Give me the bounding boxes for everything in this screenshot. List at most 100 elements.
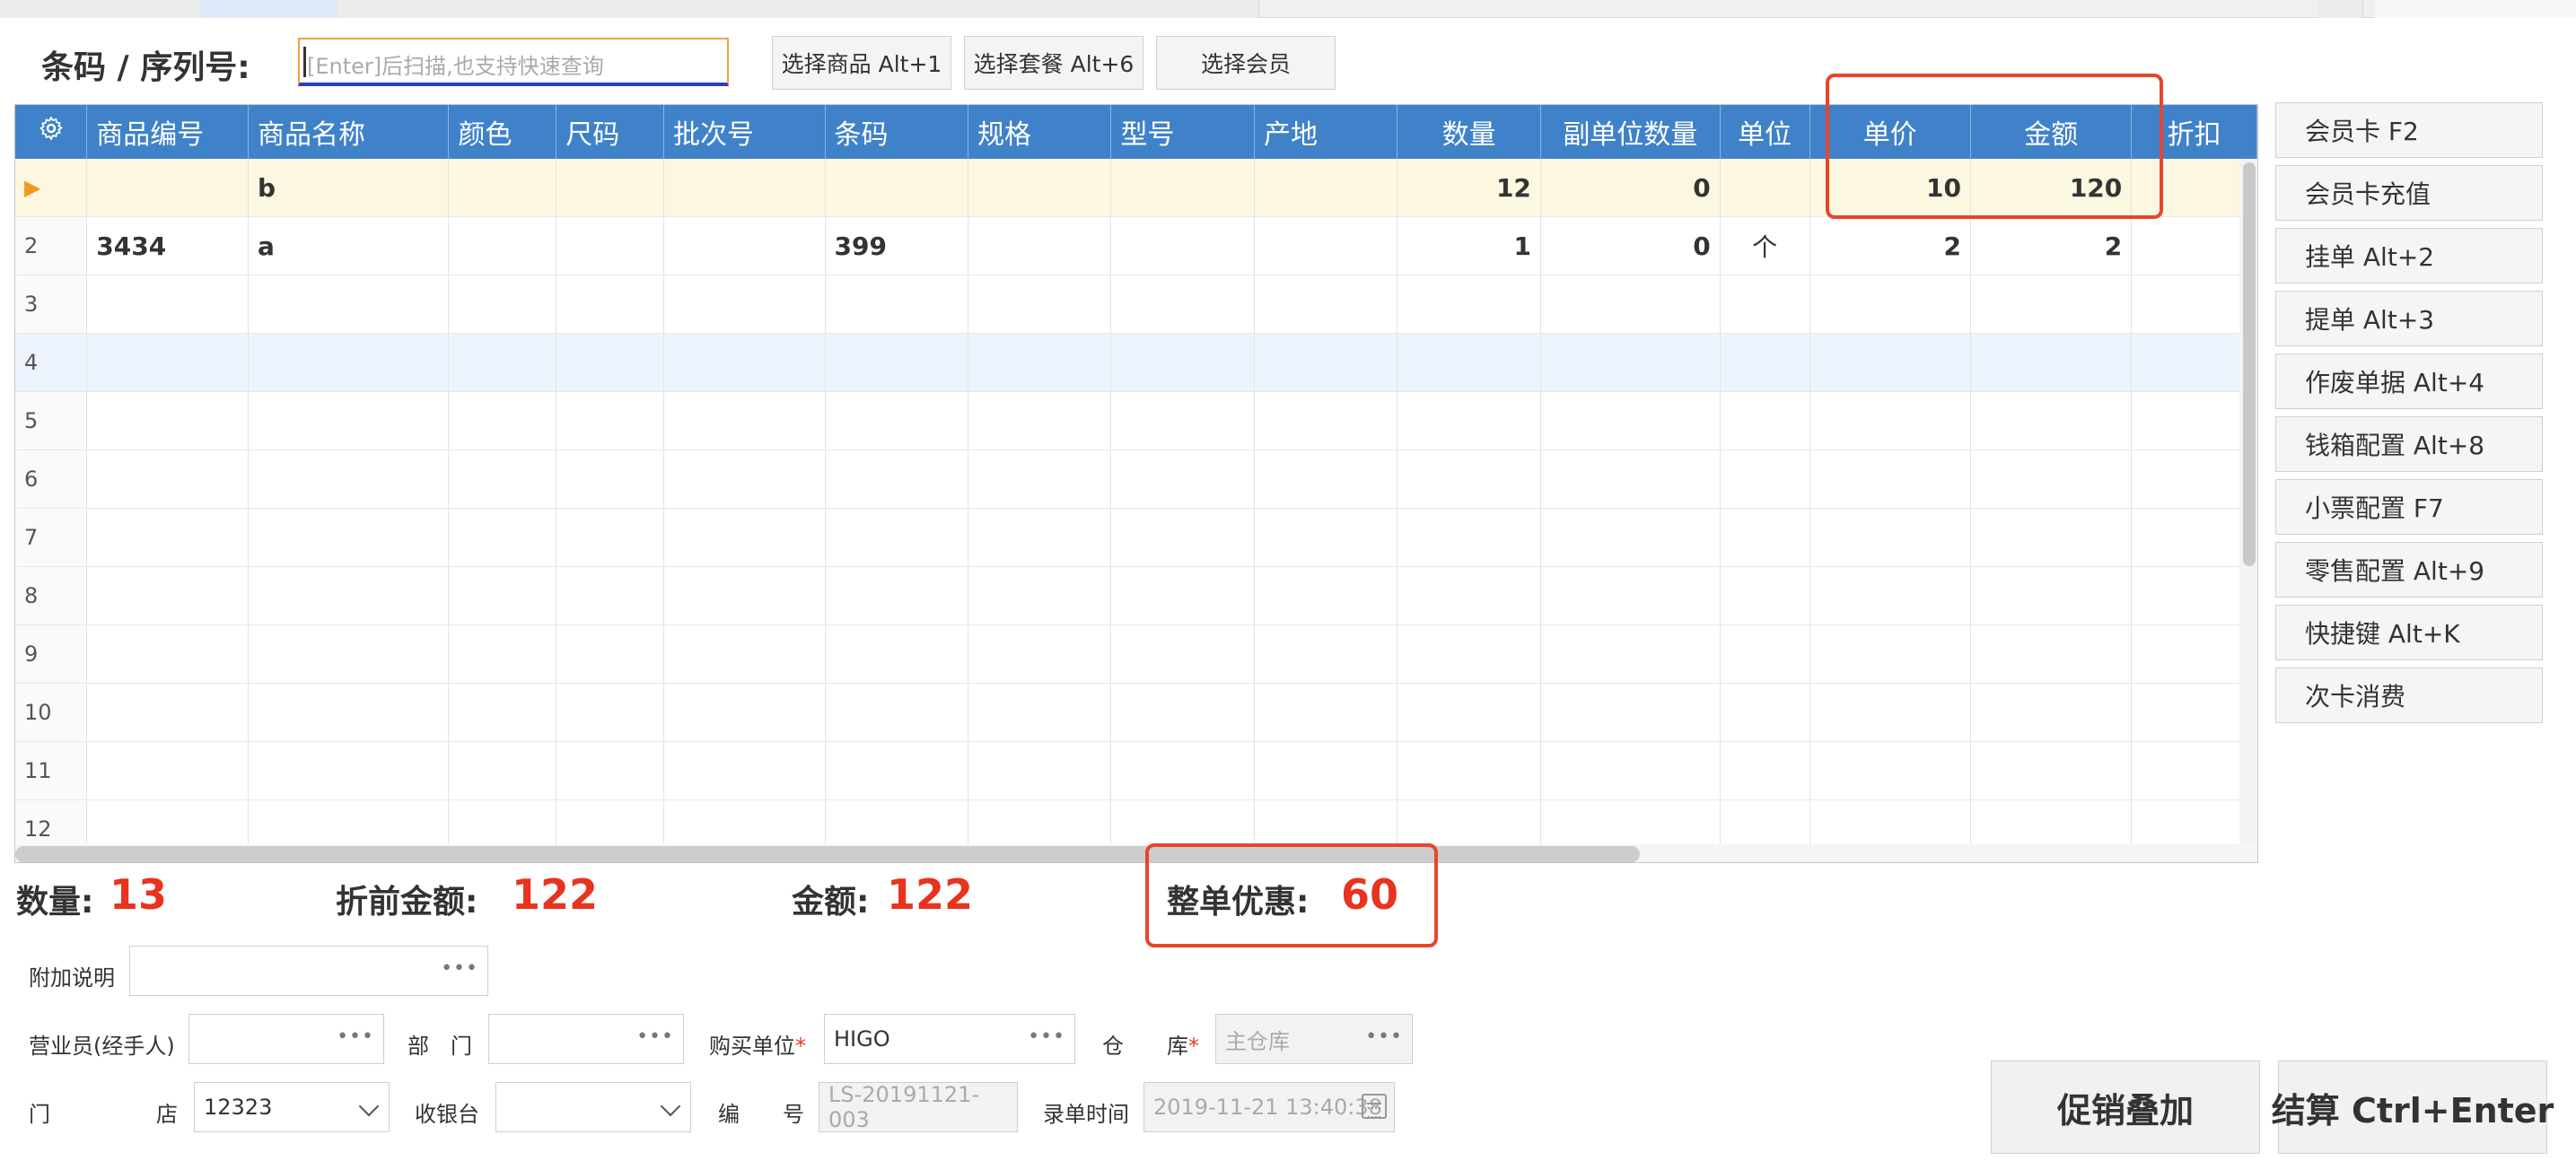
table-row[interactable]: 11: [15, 741, 2257, 800]
retail-config-button[interactable]: 零售配置 Alt+9: [2275, 542, 2543, 598]
more-icon[interactable]: •••: [337, 1026, 374, 1048]
cell-size[interactable]: [556, 216, 664, 275]
col-header-size[interactable]: 尺码: [556, 105, 664, 159]
cell-code[interactable]: [86, 159, 250, 217]
tab[interactable]: [337, 0, 543, 18]
cell-sub-qty[interactable]: 0: [1540, 216, 1721, 275]
code-field: LS-20191121-003: [819, 1082, 1018, 1132]
tab[interactable]: [542, 0, 751, 18]
cell-name[interactable]: b: [248, 159, 450, 217]
code-label: 编 号: [718, 1102, 804, 1127]
col-header-code[interactable]: 商品编号: [86, 105, 250, 159]
row-number: 2: [15, 216, 88, 275]
cell-barcode[interactable]: [825, 159, 968, 217]
chevron-down-icon[interactable]: [358, 1096, 380, 1117]
gear-icon[interactable]: [38, 115, 65, 142]
chevron-down-icon[interactable]: [660, 1096, 681, 1117]
col-header-sub-qty[interactable]: 副单位数量: [1540, 105, 1721, 159]
col-header-model[interactable]: 型号: [1110, 105, 1255, 159]
cell-code[interactable]: 3434: [86, 216, 250, 275]
buyer-field[interactable]: HIGO •••: [824, 1014, 1075, 1064]
col-header-barcode[interactable]: 条码: [825, 105, 968, 159]
col-header-color[interactable]: 颜色: [448, 105, 557, 159]
cashier-select[interactable]: [495, 1082, 691, 1132]
hold-order-button[interactable]: 挂单 Alt+2: [2275, 228, 2543, 284]
table-row[interactable]: 3: [15, 275, 2257, 334]
cell-name[interactable]: a: [248, 216, 450, 275]
tab[interactable]: [2318, 0, 2363, 18]
entry-time-field[interactable]: 2019-11-21 13:40:38: [1143, 1082, 1395, 1132]
cash-drawer-config-button[interactable]: 钱箱配置 Alt+8: [2275, 416, 2543, 472]
cell-unit[interactable]: 个: [1720, 216, 1810, 275]
note-label: 附加说明: [29, 965, 115, 991]
tab[interactable]: [750, 0, 1259, 18]
grid-settings[interactable]: [15, 105, 88, 159]
col-header-unit[interactable]: 单位: [1720, 105, 1810, 159]
col-header-qty[interactable]: 数量: [1397, 105, 1541, 159]
cell-amount[interactable]: 2: [1970, 216, 2133, 275]
warehouse-field[interactable]: 主仓库 •••: [1215, 1014, 1413, 1064]
cell-unit[interactable]: [1720, 159, 1810, 217]
table-row[interactable]: 10: [15, 683, 2257, 742]
cell-qty[interactable]: 12: [1397, 159, 1541, 217]
required-mark: *: [1188, 1034, 1199, 1059]
store-value: 12323: [204, 1095, 273, 1120]
select-product-button[interactable]: 选择商品 Alt+1: [772, 36, 951, 90]
department-field[interactable]: •••: [488, 1014, 684, 1064]
receipt-config-button[interactable]: 小票配置 F7: [2275, 479, 2543, 535]
vertical-scrollbar-thumb[interactable]: [2243, 162, 2256, 566]
table-row[interactable]: 5: [15, 391, 2257, 450]
more-icon[interactable]: •••: [1365, 1026, 1403, 1048]
calendar-icon[interactable]: [1362, 1094, 1387, 1119]
retrieve-order-button[interactable]: 提单 Alt+3: [2275, 291, 2543, 346]
cell-spec[interactable]: [968, 159, 1112, 217]
table-row[interactable]: 4: [15, 333, 2257, 392]
note-field[interactable]: •••: [129, 946, 488, 996]
cell-qty[interactable]: 1: [1397, 216, 1541, 275]
void-document-button[interactable]: 作废单据 Alt+4: [2275, 354, 2543, 409]
cell-model[interactable]: [1110, 159, 1255, 217]
select-member-button[interactable]: 选择会员: [1156, 36, 1336, 90]
cell-spec[interactable]: [968, 216, 1112, 275]
tab[interactable]: [0, 0, 200, 18]
cell-model[interactable]: [1110, 216, 1255, 275]
tab[interactable]: [2375, 0, 2576, 18]
table-row[interactable]: 7: [15, 508, 2257, 567]
select-package-button[interactable]: 选择套餐 Alt+6: [964, 36, 1143, 90]
salesperson-field[interactable]: •••: [188, 1014, 384, 1064]
member-card-button[interactable]: 会员卡 F2: [2275, 102, 2543, 158]
punch-card-consume-button[interactable]: 次卡消费: [2275, 668, 2543, 723]
warehouse-value: 主仓库: [1225, 1028, 1290, 1054]
member-card-recharge-button[interactable]: 会员卡充值: [2275, 165, 2543, 221]
cell-color[interactable]: [448, 159, 557, 217]
cell-batch[interactable]: [663, 216, 826, 275]
more-icon[interactable]: •••: [1028, 1026, 1065, 1048]
cell-barcode[interactable]: 399: [825, 216, 968, 275]
cell-origin[interactable]: [1254, 216, 1398, 275]
cell-color[interactable]: [448, 216, 557, 275]
table-row[interactable]: 2 3434 a 399 1 0 个 2 2: [15, 216, 2257, 275]
col-header-batch[interactable]: 批次号: [663, 105, 826, 159]
cell-origin[interactable]: [1254, 159, 1398, 217]
promotion-stack-button[interactable]: 促销叠加: [1991, 1061, 2260, 1154]
col-header-origin[interactable]: 产地: [1254, 105, 1398, 159]
cell-price[interactable]: 2: [1809, 216, 1971, 275]
required-mark: *: [795, 1034, 806, 1059]
cell-batch[interactable]: [663, 159, 826, 217]
cell-size[interactable]: [556, 159, 664, 217]
col-header-name[interactable]: 商品名称: [248, 105, 450, 159]
table-row[interactable]: 8: [15, 566, 2257, 625]
shortcut-keys-button[interactable]: 快捷键 Alt+K: [2275, 605, 2543, 660]
table-row[interactable]: 9: [15, 624, 2257, 684]
barcode-input[interactable]: [Enter]后扫描,也支持快速查询: [298, 38, 729, 86]
checkout-button[interactable]: 结算 Ctrl+Enter: [2272, 1061, 2554, 1154]
store-select[interactable]: 12323: [194, 1082, 390, 1132]
more-icon[interactable]: •••: [441, 957, 478, 980]
row-number: 4: [15, 333, 88, 392]
cell-sub-qty[interactable]: 0: [1540, 159, 1721, 217]
more-icon[interactable]: •••: [636, 1026, 674, 1048]
table-row[interactable]: 6: [15, 450, 2257, 509]
tab-active[interactable]: [199, 0, 338, 18]
cell-discount[interactable]: [2131, 216, 2257, 275]
col-header-spec[interactable]: 规格: [968, 105, 1112, 159]
